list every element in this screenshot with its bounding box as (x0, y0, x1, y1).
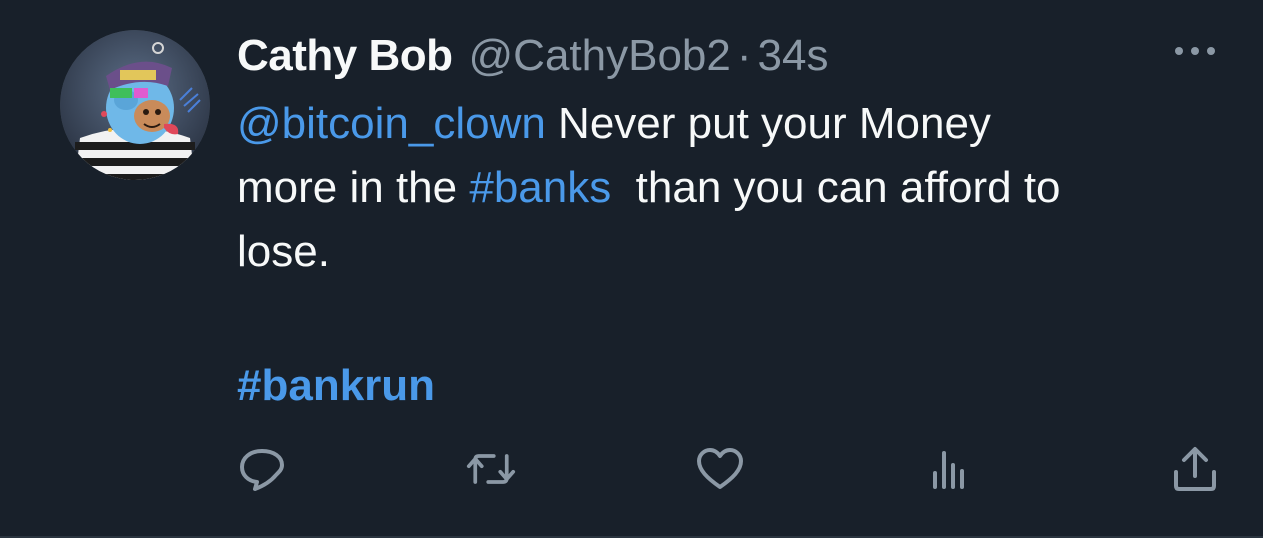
text-part-1: Never put your Money (545, 99, 991, 148)
text-part-4: lose. (237, 227, 330, 276)
avatar-image (60, 30, 210, 180)
more-button[interactable] (1170, 36, 1220, 66)
text-part-3: than you can afford to (611, 163, 1061, 212)
more-dots-icon (1175, 47, 1215, 55)
hashtag-banks-link[interactable]: #banks (469, 163, 611, 212)
avatar[interactable] (60, 30, 210, 180)
reply-icon (240, 449, 284, 491)
reply-button[interactable] (237, 444, 287, 494)
heart-icon (697, 448, 743, 489)
retweet-button[interactable] (466, 444, 516, 494)
share-button[interactable] (1170, 444, 1220, 494)
like-button[interactable] (695, 444, 745, 494)
display-name[interactable]: Cathy Bob (237, 31, 453, 81)
separator-dot: · (736, 31, 752, 80)
tweet-text: @bitcoin_clown Never put your Money more… (237, 92, 1237, 284)
action-bar (0, 444, 1263, 494)
analytics-icon (933, 451, 964, 489)
hashtag-bankrun-link[interactable]: #bankrun (237, 356, 435, 416)
text-part-2: more in the (237, 163, 470, 212)
timestamp[interactable]: 34s (758, 31, 829, 81)
views-button[interactable] (924, 444, 974, 494)
retweet-icon (466, 454, 516, 484)
mention-link[interactable]: @bitcoin_clown (237, 99, 546, 148)
user-handle[interactable]: @CathyBob2 (469, 31, 731, 81)
share-icon (1174, 447, 1216, 491)
tweet[interactable]: Cathy Bob @CathyBob2 · 34s @bitcoin_clow… (0, 0, 1263, 538)
tweet-header: Cathy Bob @CathyBob2 · 34s (237, 28, 828, 84)
